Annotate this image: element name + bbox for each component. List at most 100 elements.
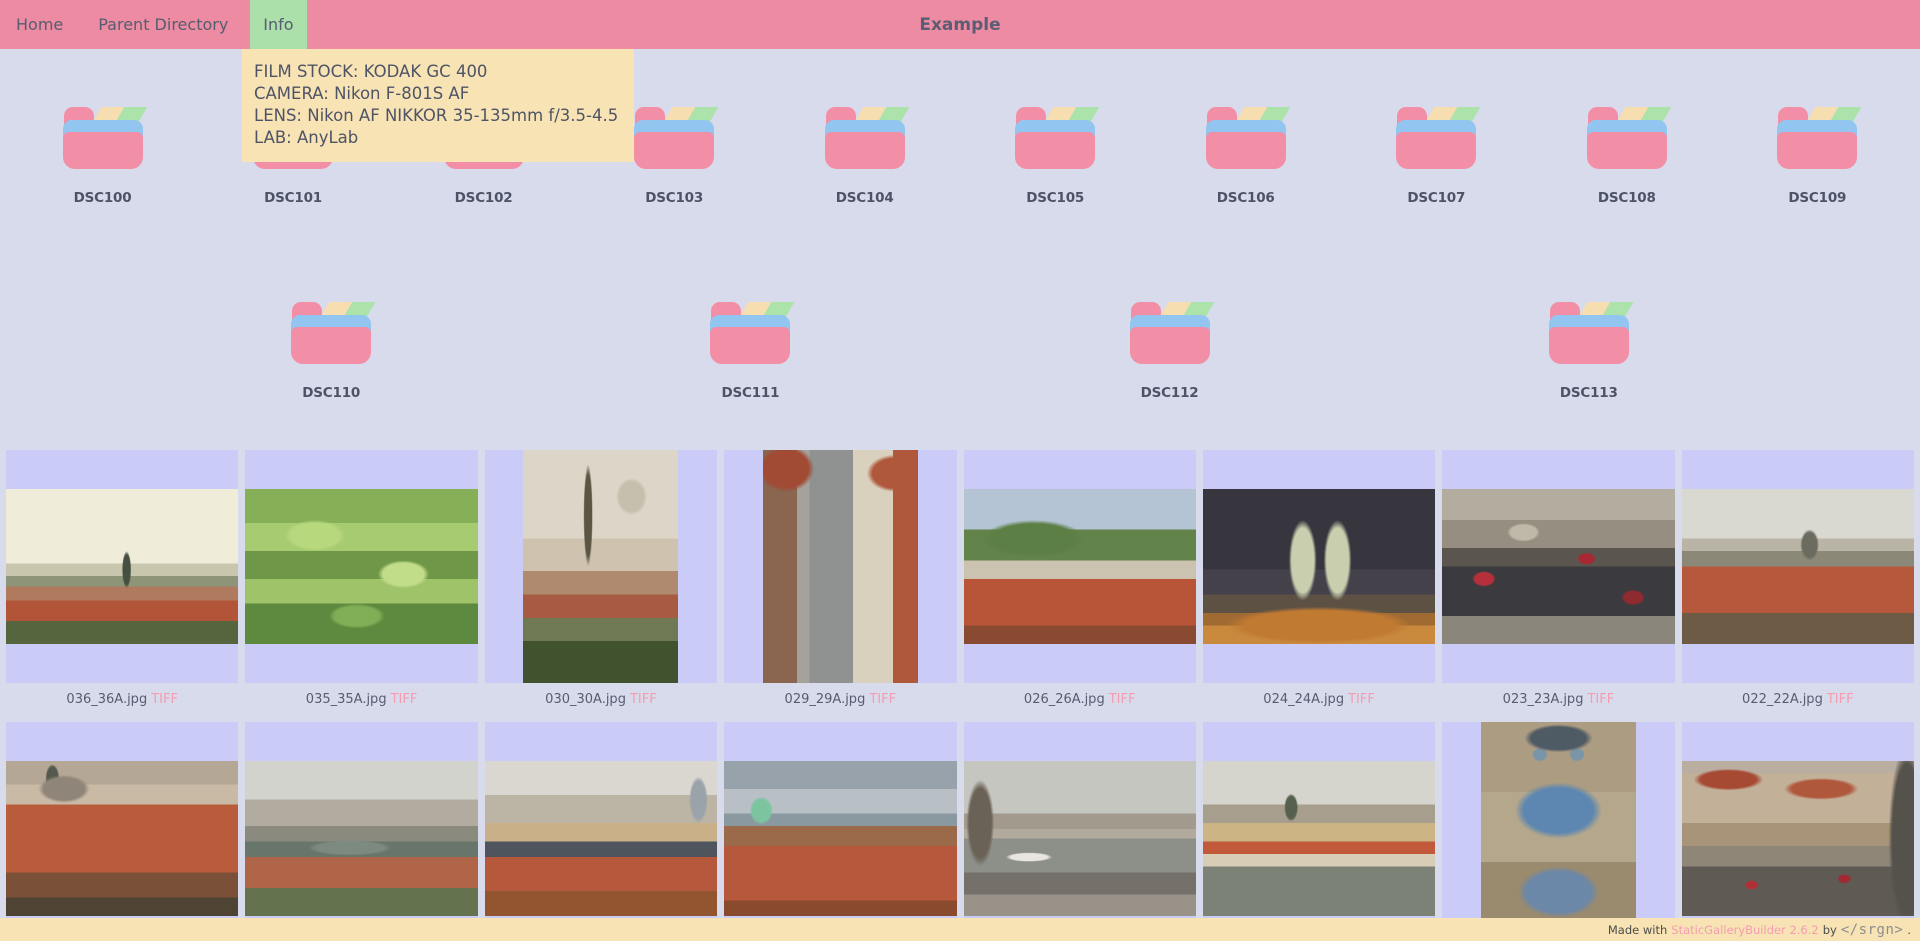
photo-thumbnail[interactable] <box>485 761 717 916</box>
folder-icon <box>825 105 905 169</box>
gallery-item: 023_23A.jpgTIFF <box>1442 450 1674 722</box>
folder-icon-body <box>634 132 714 169</box>
thumbnail-cell <box>724 450 956 683</box>
photo-thumbnail[interactable] <box>6 489 238 644</box>
nav-item-info[interactable]: Info <box>250 0 306 49</box>
folder-icon-body <box>1587 132 1667 169</box>
folder-link[interactable]: DSC113 <box>1501 300 1677 401</box>
folder-label: DSC101 <box>264 190 322 206</box>
nav-item-home[interactable]: Home <box>3 0 76 49</box>
thumbnail-caption: 026_26A.jpgTIFF <box>964 683 1196 722</box>
photo-thumbnail[interactable] <box>1682 489 1914 644</box>
photo-thumbnail[interactable] <box>1442 489 1674 644</box>
folder-link[interactable]: DSC105 <box>967 105 1143 206</box>
footer-brand-link[interactable]: </srgn> <box>1841 923 1904 937</box>
footer-period: . <box>1907 923 1911 937</box>
photo-thumbnail[interactable] <box>763 450 918 683</box>
tiff-link[interactable]: TIFF <box>869 692 896 707</box>
folder-icon-body <box>63 132 143 169</box>
folder-label: DSC105 <box>1026 190 1084 206</box>
folder-label: DSC111 <box>721 385 779 401</box>
thumbnail-caption: 035_35A.jpg TIFF <box>245 683 477 722</box>
nav-item-parent-directory[interactable]: Parent Directory <box>85 0 241 49</box>
tiff-link[interactable]: TIFF <box>1827 692 1854 707</box>
folder-icon <box>1549 300 1629 364</box>
footer-by: by <box>1823 923 1837 937</box>
thumbnail-cell <box>6 722 238 941</box>
gallery-item <box>1682 722 1914 941</box>
photo-thumbnail[interactable] <box>245 489 477 644</box>
thumbnail-filename: 030_30A.jpg <box>545 692 626 707</box>
photo-thumbnail[interactable] <box>523 450 678 683</box>
gallery-item <box>485 722 717 941</box>
tiff-link[interactable]: TIFF <box>630 692 657 707</box>
thumbnail-cell <box>964 722 1196 941</box>
info-line-lens: LENS: Nikon AF NIKKOR 35-135mm f/3.5-4.5 <box>254 105 622 127</box>
thumbnail-caption: 022_22A.jpgTIFF <box>1682 683 1914 722</box>
folder-link[interactable]: DSC100 <box>15 105 191 206</box>
tiff-link[interactable]: TIFF <box>151 692 178 707</box>
folder-label: DSC100 <box>74 190 132 206</box>
gallery-item <box>1203 722 1435 941</box>
thumbnail-caption: 023_23A.jpgTIFF <box>1442 683 1674 722</box>
folder-link[interactable]: DSC111 <box>662 300 838 401</box>
thumbnail-cell <box>245 722 477 941</box>
gallery-item <box>964 722 1196 941</box>
gallery-item: 022_22A.jpgTIFF <box>1682 450 1914 722</box>
footer-made-with: Made with <box>1608 923 1667 937</box>
gallery-grid: 036_36A.jpg TIFF 035_35A.jpg TIFF 030_30A.… <box>6 450 1914 941</box>
folder-link[interactable]: DSC108 <box>1539 105 1715 206</box>
gallery-item: 035_35A.jpg TIFF <box>245 450 477 722</box>
thumbnail-cell <box>964 450 1196 683</box>
folder-icon <box>1396 105 1476 169</box>
photo-thumbnail[interactable] <box>6 761 238 916</box>
folder-icon <box>291 300 371 364</box>
photo-thumbnail[interactable] <box>1203 761 1435 916</box>
folder-icon-body <box>1206 132 1286 169</box>
folder-icon-body <box>1549 327 1629 364</box>
gallery-item: 036_36A.jpg TIFF <box>6 450 238 722</box>
thumbnail-caption: 036_36A.jpg TIFF <box>6 683 238 722</box>
gallery-item <box>6 722 238 941</box>
gallery-item <box>1442 722 1674 941</box>
thumbnail-cell <box>1682 450 1914 683</box>
gallery-item: 026_26A.jpgTIFF <box>964 450 1196 722</box>
photo-thumbnail[interactable] <box>724 761 956 916</box>
photo-thumbnail[interactable] <box>1481 722 1636 941</box>
folder-link[interactable]: DSC109 <box>1729 105 1905 206</box>
folder-link[interactable]: DSC112 <box>1082 300 1258 401</box>
thumbnail-filename: 029_29A.jpg <box>785 692 866 707</box>
photo-thumbnail[interactable] <box>1203 489 1435 644</box>
tiff-link[interactable]: TIFF <box>1109 692 1136 707</box>
folder-link[interactable]: DSC107 <box>1348 105 1524 206</box>
photo-thumbnail[interactable] <box>1682 761 1914 916</box>
photo-thumbnail[interactable] <box>964 489 1196 644</box>
folder-label: DSC107 <box>1407 190 1465 206</box>
folder-link[interactable]: DSC104 <box>777 105 953 206</box>
folder-label: DSC104 <box>836 190 894 206</box>
folder-label: DSC112 <box>1141 385 1199 401</box>
tiff-link[interactable]: TIFF <box>1587 692 1614 707</box>
tiff-link[interactable]: TIFF <box>1348 692 1375 707</box>
thumbnail-cell <box>245 450 477 683</box>
thumbnail-filename: 035_35A.jpg <box>306 692 387 707</box>
folder-link[interactable]: DSC106 <box>1158 105 1334 206</box>
thumbnail-cell <box>1442 450 1674 683</box>
tiff-link[interactable]: TIFF <box>391 692 418 707</box>
thumbnail-filename: 036_36A.jpg <box>66 692 147 707</box>
folder-label: DSC113 <box>1560 385 1618 401</box>
folder-icon <box>1587 105 1667 169</box>
folder-link[interactable]: DSC110 <box>243 300 419 401</box>
folder-icon-body <box>1777 132 1857 169</box>
photo-thumbnail[interactable] <box>964 761 1196 916</box>
thumbnail-cell <box>485 722 717 941</box>
top-nav: Home Parent Directory Info Example <box>0 0 1920 49</box>
thumbnail-filename: 023_23A.jpg <box>1503 692 1584 707</box>
folder-label: DSC108 <box>1598 190 1656 206</box>
folder-label: DSC102 <box>455 190 513 206</box>
gallery-item: 030_30A.jpg TIFF <box>485 450 717 722</box>
folder-icon <box>1777 105 1857 169</box>
footer-builder-link[interactable]: StaticGalleryBuilder 2.6.2 <box>1671 923 1818 937</box>
photo-thumbnail[interactable] <box>245 761 477 916</box>
gallery-item <box>245 722 477 941</box>
